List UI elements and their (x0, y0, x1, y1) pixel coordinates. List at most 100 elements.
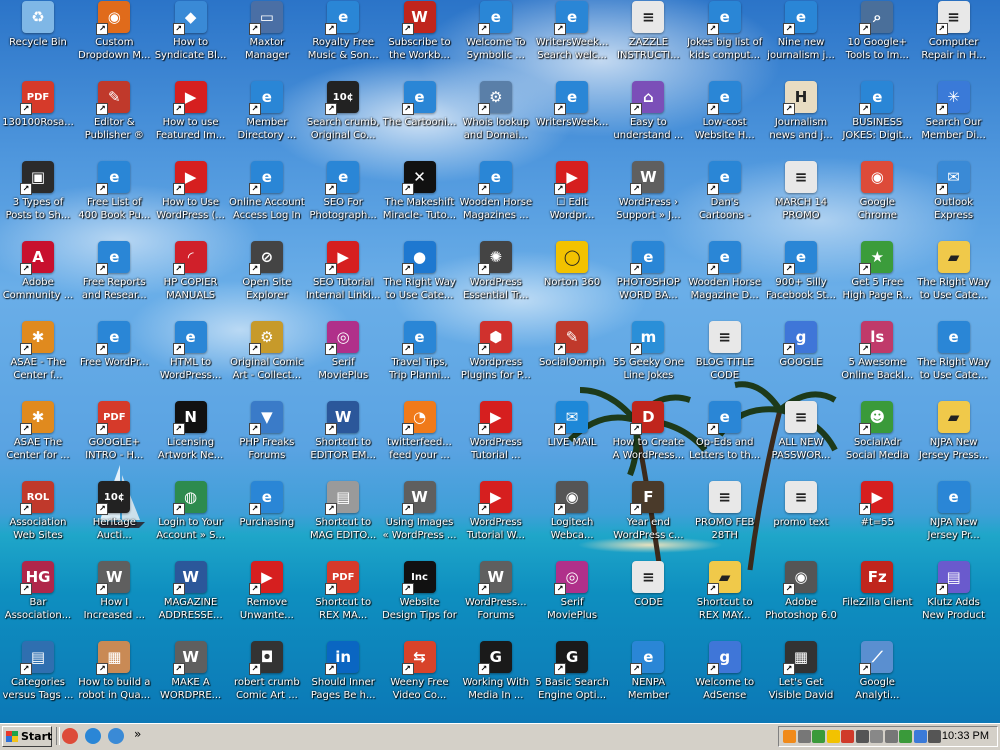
desktop-shortcut[interactable]: W ↗ WordPress... Forums (458, 560, 534, 638)
desktop-shortcut[interactable]: e ↗ The Cartooni... (382, 80, 458, 158)
desktop-shortcut[interactable]: e ↗ Online Account Access Log In (229, 160, 305, 238)
desktop-shortcut[interactable]: ▶ ↗ WordPress Tutorial W... (458, 480, 534, 558)
desktop-shortcut[interactable]: e ↗ Wooden Horse Magazine D... (687, 240, 763, 318)
printer-tray-icon[interactable] (884, 730, 898, 743)
desktop-shortcut[interactable]: 10¢ ↗ Heritage Aucti... (76, 480, 152, 558)
update-tray-icon[interactable] (899, 730, 912, 743)
desktop-shortcut[interactable]: ✕ ↗ The Makeshift Miracle- Tuto... (382, 160, 458, 238)
desktop-shortcut[interactable]: ▼ ↗ PHP Freaks Forums (229, 400, 305, 478)
desktop-shortcut[interactable]: e ↗ BUSINESS JOKES: Digit... (839, 80, 915, 158)
desktop-shortcut[interactable]: ▦↗Let's Get Visible David Geug... (763, 640, 839, 718)
desktop-shortcut[interactable]: e ↗ Nine new journalism j... (763, 0, 839, 78)
desktop-shortcut[interactable]: ⊘ ↗ Open Site Explorer (229, 240, 305, 318)
desktop-shortcut[interactable]: ▦ ↗ How to build a robot in Qua... (76, 640, 152, 718)
desktop-shortcut[interactable]: e ↗ WritersWeek... Search welc... (534, 0, 610, 78)
desktop-shortcut[interactable]: W ↗ Subscribe to the Workb... (382, 0, 458, 78)
desktop-shortcut[interactable]: ▤ ↗ Shortcut to MAG EDITO... (305, 480, 381, 558)
clock[interactable]: 10:33 PM (942, 730, 989, 742)
desktop-shortcut[interactable]: H ↗ Journalism news and j... (763, 80, 839, 158)
desktop-shortcut[interactable]: ▶ ↗ How to Use WordPress (... (153, 160, 229, 238)
search-tray-icon[interactable] (797, 730, 811, 743)
desktop-shortcut[interactable]: D ↗ How to Create A WordPress... (610, 400, 686, 478)
desktop-shortcut[interactable]: ⬢ ↗ Wordpress Plugins for P... (458, 320, 534, 398)
desktop-shortcut[interactable]: ♻ Recycle Bin (0, 0, 76, 78)
desktop-shortcut[interactable]: ✎ ↗ SocialOomph (534, 320, 610, 398)
desktop-shortcut[interactable]: ◯ Norton 360 (534, 240, 610, 318)
desktop-shortcut[interactable]: PDF ↗ Shortcut to REX MA... (305, 560, 381, 638)
desktop-shortcut[interactable]: m ↗ 55 Geeky One Line Jokes (610, 320, 686, 398)
desktop-shortcut[interactable]: ⟋ ↗ Google Analyti... (839, 640, 915, 718)
desktop-shortcut[interactable]: ⌂ ↗ Easy to understand ... (610, 80, 686, 158)
desktop-shortcut[interactable]: e ↗ Purchasing (229, 480, 305, 558)
outlook-express-icon[interactable] (108, 728, 124, 744)
desktop-shortcut[interactable]: PDF ↗ GOOGLE+ INTRO - H... (76, 400, 152, 478)
desktop-shortcut[interactable]: W ↗ MAGAZINE ADDRESSE... (153, 560, 229, 638)
desktop-shortcut[interactable]: e↗Dan's Cartoons - Google+ (687, 160, 763, 238)
desktop-shortcut[interactable]: ▶ ↗ SEO Tutorial Internal Linki... (305, 240, 381, 318)
desktop-shortcut[interactable]: ▶ ↗ WordPress Tutorial ... (458, 400, 534, 478)
desktop-shortcut[interactable]: e ↗ PHOTOSHOP WORD BA... (610, 240, 686, 318)
desktop-shortcut[interactable]: ▶ ↗ ☐ Edit Wordpr... (534, 160, 610, 238)
desktop-shortcut[interactable]: ◉ ↗ Adobe Photoshop 6.0 (763, 560, 839, 638)
desktop-shortcut[interactable]: ✳ ↗ Search Our Member Di... (916, 80, 992, 158)
desktop-shortcut[interactable]: G ↗ Working With Media In ... (458, 640, 534, 718)
desktop-shortcut[interactable]: ▶ ↗ How to use Featured Im... (153, 80, 229, 158)
desktop-shortcut[interactable]: ROL ↗ Association Web Sites (0, 480, 76, 558)
desktop-shortcut[interactable]: ≡ promo text (763, 480, 839, 558)
desktop-shortcut[interactable]: ▰ ↗ Shortcut to REX MAY... (687, 560, 763, 638)
desktop-shortcut[interactable]: e ↗ WritersWeek... (534, 80, 610, 158)
desktop-shortcut[interactable]: ⚙ ↗ Original Comic Art - Collect... (229, 320, 305, 398)
desktop-shortcut[interactable]: ⌕ ↗ 10 Google+ Tools to Im... (839, 0, 915, 78)
desktop-shortcut[interactable]: e ↗ Welcome To Symbolic ... (458, 0, 534, 78)
desktop-shortcut[interactable]: ◎↗Serif MoviePlus Starter Edition (305, 320, 381, 398)
desktop-shortcut[interactable]: ◉ ↗ Logitech Webca... (534, 480, 610, 558)
desktop-shortcut[interactable]: ✉ ↗ LIVE MAIL (534, 400, 610, 478)
desktop-shortcut[interactable]: ▰ NJPA New Jersey Press... (916, 400, 992, 478)
desktop-shortcut[interactable]: ✎ ↗ Editor & Publisher ® (76, 80, 152, 158)
desktop-shortcut[interactable]: ● ↗ The Right Way to Use Cate... (382, 240, 458, 318)
desktop-shortcut[interactable]: N ↗ Licensing Artwork Ne... (153, 400, 229, 478)
desktop-shortcut[interactable]: W ↗ MAKE A WORDPRE... (153, 640, 229, 718)
internet-explorer-icon[interactable] (85, 728, 101, 744)
desktop-shortcut[interactable]: ls ↗ 5 Awesome Online Backl... (839, 320, 915, 398)
desktop-shortcut[interactable]: ◎↗Serif MoviePlus Starter Edition (534, 560, 610, 638)
desktop-shortcut[interactable]: e ↗ Wooden Horse Magazines ... (458, 160, 534, 238)
desktop-shortcut[interactable]: W ↗ Shortcut to EDITOR EM... (305, 400, 381, 478)
desktop-shortcut[interactable]: e ↗ Op-Eds and Letters to th... (687, 400, 763, 478)
volume-icon[interactable] (870, 730, 883, 743)
desktop-shortcut[interactable]: e ↗ Free WordPr... (76, 320, 152, 398)
desktop-shortcut[interactable]: ◉ ↗ Custom Dropdown M... (76, 0, 152, 78)
desktop-shortcut[interactable]: ✱ ↗ ASAE - The Center f... (0, 320, 76, 398)
desktop-shortcut[interactable]: e NJPA New Jersey Pr... (916, 480, 992, 558)
norton-tray-icon[interactable] (826, 730, 840, 743)
desktop-shortcut[interactable]: F ↗ Year end WordPress c... (610, 480, 686, 558)
desktop-shortcut[interactable]: ▰ The Right Way to Use Cate... (916, 240, 992, 318)
desktop-shortcut[interactable]: g ↗ GOOGLE (763, 320, 839, 398)
desktop-shortcut[interactable]: ✉ ↗ Outlook Express (916, 160, 992, 238)
desktop-shortcut[interactable]: ≡ BLOG TITLE CODE (687, 320, 763, 398)
desktop[interactable]: ♻ Recycle Bin PDF ↗ 130100Rosa... ▣ ↗ 3 Types o… (0, 0, 1000, 723)
desktop-shortcut[interactable]: ▤↗Klutz Adds New Product Dev... (916, 560, 992, 638)
monitor-tray-icon[interactable] (928, 730, 941, 743)
desktop-shortcut[interactable]: e↗NENPA Member Directory (610, 640, 686, 718)
desktop-shortcut[interactable]: ▶ ↗ Remove Unwante... (229, 560, 305, 638)
desktop-shortcut[interactable]: ◍ ↗ Login to Your Account » S... (153, 480, 229, 558)
desktop-shortcut[interactable]: ≡ PROMO FEB 28TH (687, 480, 763, 558)
desktop-shortcut[interactable]: 10¢ ↗ Search crumb, Original Co... (305, 80, 381, 158)
network-tray-icon[interactable] (812, 730, 825, 743)
desktop-shortcut[interactable]: ◜ ↗ HP COPIER MANUALS (153, 240, 229, 318)
desktop-shortcut[interactable]: ▭ ↗ Maxtor Manager (229, 0, 305, 78)
desktop-shortcut[interactable]: ✱ ↗ ASAE The Center for ... (0, 400, 76, 478)
desktop-shortcut[interactable]: e ↗ Low-cost Website H... (687, 80, 763, 158)
desktop-shortcut[interactable]: W ↗ How I Increased ... (76, 560, 152, 638)
desktop-shortcut[interactable]: ≡ MARCH 14 PROMO (763, 160, 839, 238)
desktop-shortcut[interactable]: e ↗ HTML to WordPress... (153, 320, 229, 398)
desktop-shortcut[interactable]: W ↗ Using Images « WordPress ... (382, 480, 458, 558)
desktop-shortcut[interactable]: e ↗ 900+ Silly Facebook St... (763, 240, 839, 318)
desktop-shortcut[interactable]: ⇆ ↗ Weeny Free Video Co... (382, 640, 458, 718)
desktop-shortcut[interactable]: e The Right Way to Use Cate... (916, 320, 992, 398)
desktop-shortcut[interactable]: ◘ ↗ robert crumb Comic Art ... (229, 640, 305, 718)
shield-tray-icon[interactable] (841, 730, 854, 743)
quick-launch-overflow-button[interactable]: » (134, 727, 141, 741)
desktop-shortcut[interactable]: ▤ ↗ Categories versus Tags ... (0, 640, 76, 718)
